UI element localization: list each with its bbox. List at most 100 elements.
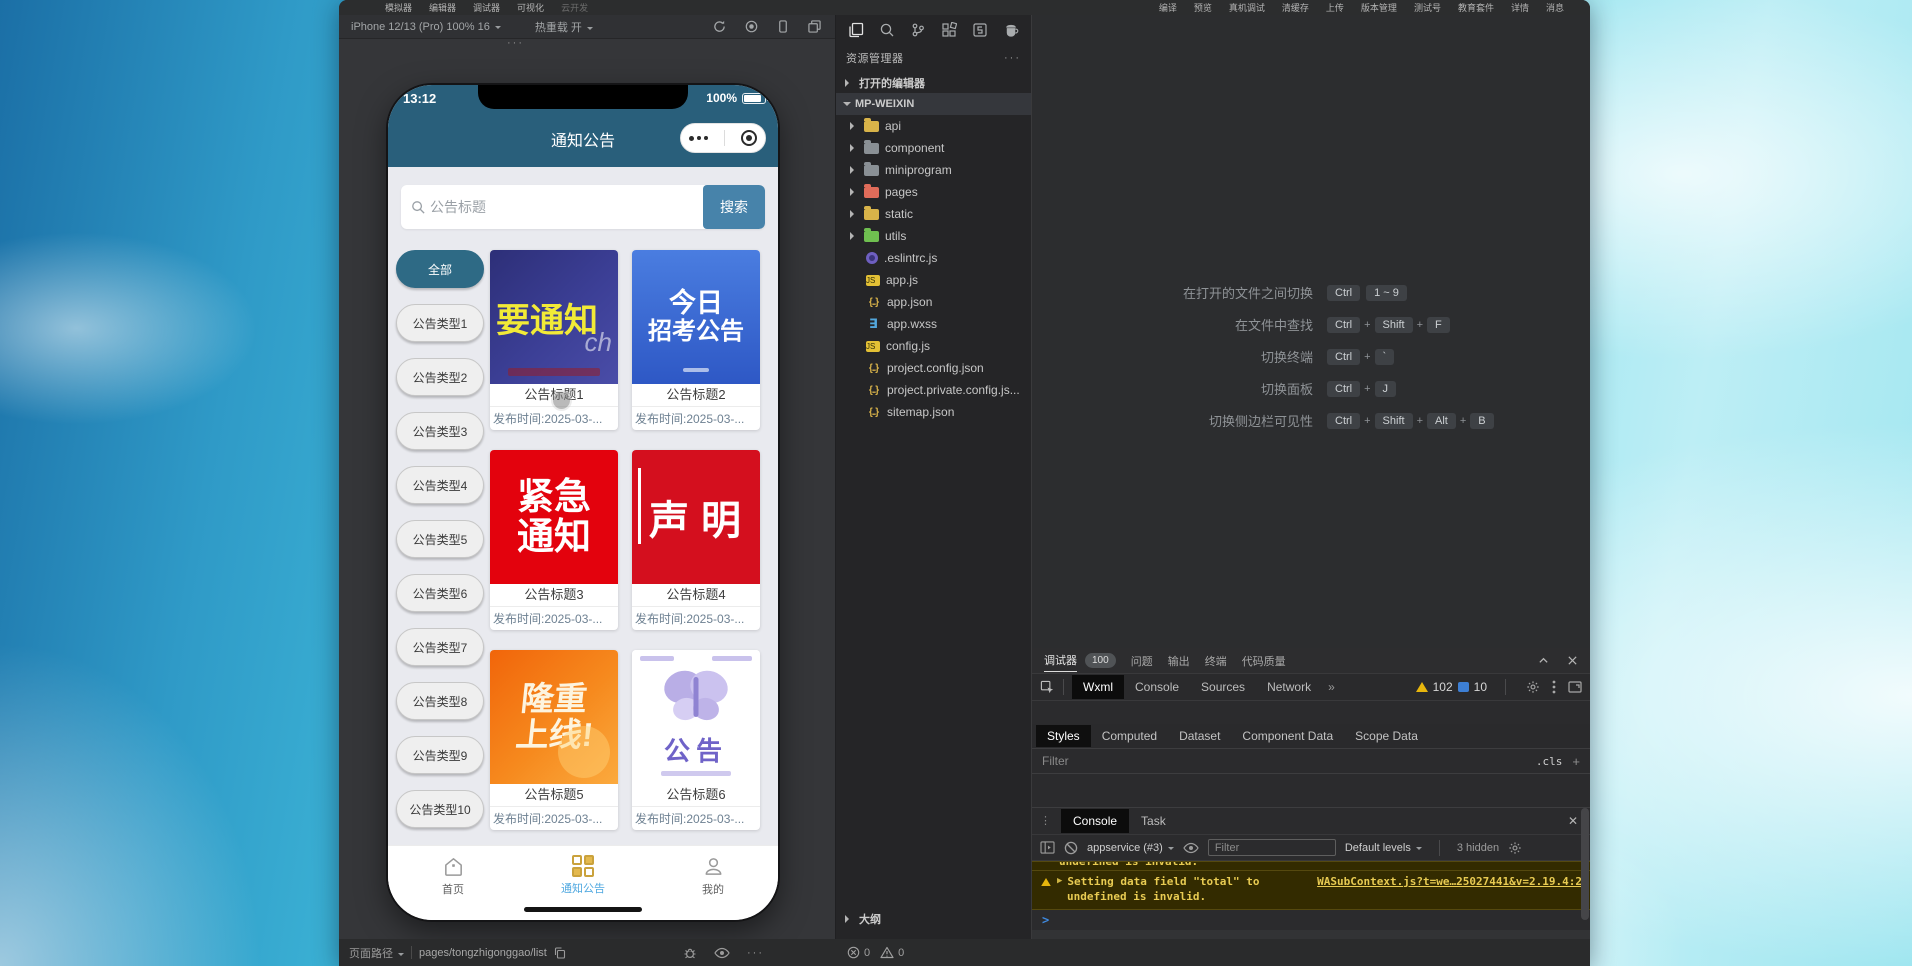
tab-sources[interactable]: Sources bbox=[1190, 675, 1256, 699]
close-icon[interactable] bbox=[1567, 655, 1578, 666]
source-link[interactable]: WASubContext.js?t=we…25027441&v=2.19.4:2 bbox=[1317, 874, 1582, 889]
menu-compile[interactable]: 编译 bbox=[1159, 1, 1177, 14]
device-selector[interactable]: iPhone 12/13 (Pro) 100% 16 bbox=[351, 21, 501, 33]
search-button[interactable]: 搜索 bbox=[703, 185, 765, 229]
subtab-dataset[interactable]: Dataset bbox=[1168, 725, 1231, 747]
menu-details[interactable]: 详情 bbox=[1511, 1, 1529, 14]
refresh-icon[interactable] bbox=[713, 20, 726, 33]
menu-editor[interactable]: 编辑器 bbox=[429, 1, 456, 14]
close-target-icon[interactable] bbox=[741, 130, 757, 146]
extensions-icon[interactable] bbox=[941, 22, 957, 38]
menu-messages[interactable]: 消息 bbox=[1546, 1, 1564, 14]
subtab-styles[interactable]: Styles bbox=[1036, 725, 1091, 747]
menu-simulator[interactable]: 模拟器 bbox=[385, 1, 412, 14]
undock-icon[interactable] bbox=[1568, 681, 1582, 693]
category-7[interactable]: 公告类型7 bbox=[396, 628, 484, 666]
category-9[interactable]: 公告类型9 bbox=[396, 736, 484, 774]
collapse-icon[interactable] bbox=[1538, 655, 1549, 666]
category-8[interactable]: 公告类型8 bbox=[396, 682, 484, 720]
category-10[interactable]: 公告类型10 bbox=[396, 790, 484, 828]
file-project-config[interactable]: {..}project.config.json bbox=[836, 357, 1031, 379]
tea-break-icon[interactable] bbox=[1003, 23, 1020, 38]
folder-pages[interactable]: pages bbox=[836, 181, 1031, 203]
more-dots-icon[interactable] bbox=[689, 136, 708, 141]
category-6[interactable]: 公告类型6 bbox=[396, 574, 484, 612]
category-2[interactable]: 公告类型2 bbox=[396, 358, 484, 396]
file-sitemap[interactable]: {..}sitemap.json bbox=[836, 401, 1031, 423]
tab-wxml[interactable]: Wxml bbox=[1072, 675, 1124, 699]
outline-header[interactable]: 大纲 bbox=[836, 908, 1031, 929]
menu-clear-cache[interactable]: 清缓存 bbox=[1282, 1, 1309, 14]
bug-icon[interactable] bbox=[683, 946, 697, 960]
more-tabs-icon[interactable]: » bbox=[1322, 680, 1341, 694]
menu-cloud[interactable]: 云开发 bbox=[561, 1, 588, 14]
warning-count[interactable]: 0 bbox=[898, 947, 904, 959]
file-app-js[interactable]: JSapp.js bbox=[836, 269, 1031, 291]
multi-window-icon[interactable] bbox=[808, 20, 821, 33]
menu-visualization[interactable]: 可视化 bbox=[517, 1, 544, 14]
warning-count[interactable]: 102 bbox=[1433, 680, 1453, 694]
simulator-more-button[interactable]: ··· bbox=[507, 37, 524, 49]
project-root[interactable]: MP-WEIXIN bbox=[836, 93, 1031, 115]
eye-icon[interactable] bbox=[714, 947, 730, 959]
category-all[interactable]: 全部 bbox=[396, 250, 484, 288]
tab-home[interactable]: 首页 bbox=[388, 846, 518, 920]
info-count[interactable]: 10 bbox=[1474, 680, 1487, 694]
category-1[interactable]: 公告类型1 bbox=[396, 304, 484, 342]
drawer-tab-task[interactable]: Task bbox=[1129, 809, 1178, 833]
folder-utils[interactable]: utils bbox=[836, 225, 1031, 247]
open-editors-section[interactable]: 打开的编辑器 bbox=[836, 72, 1031, 93]
file-eslintrc[interactable]: .eslintrc.js bbox=[836, 247, 1031, 269]
subtab-computed[interactable]: Computed bbox=[1091, 725, 1168, 747]
styles-filter-input[interactable]: Filter bbox=[1042, 754, 1069, 768]
error-count[interactable]: 0 bbox=[864, 947, 870, 959]
subtab-scope-data[interactable]: Scope Data bbox=[1344, 725, 1429, 747]
category-5[interactable]: 公告类型5 bbox=[396, 520, 484, 558]
category-3[interactable]: 公告类型3 bbox=[396, 412, 484, 450]
menu-debugger[interactable]: 调试器 bbox=[473, 1, 500, 14]
file-app-json[interactable]: {..}app.json bbox=[836, 291, 1031, 313]
expand-arrow-icon[interactable]: ▶ bbox=[1057, 874, 1062, 889]
eye-icon[interactable] bbox=[1183, 842, 1199, 854]
tab-console[interactable]: Console bbox=[1124, 675, 1190, 699]
panel-tab-debugger[interactable]: 调试器 bbox=[1044, 649, 1077, 672]
explorer-more-icon[interactable]: ··· bbox=[1004, 52, 1021, 64]
menu-version[interactable]: 版本管理 bbox=[1361, 1, 1397, 14]
panel-tab-output[interactable]: 输出 bbox=[1168, 653, 1190, 669]
drawer-tab-console[interactable]: Console bbox=[1061, 809, 1129, 833]
folder-api[interactable]: api bbox=[836, 115, 1031, 137]
announcement-card[interactable]: 紧急 通知 公告标题3 发布时间:2025-03-... bbox=[490, 450, 618, 630]
category-4[interactable]: 公告类型4 bbox=[396, 466, 484, 504]
clear-console-icon[interactable] bbox=[1064, 841, 1078, 855]
record-icon[interactable] bbox=[745, 20, 758, 33]
tab-profile[interactable]: 我的 bbox=[648, 846, 778, 920]
subtab-component-data[interactable]: Component Data bbox=[1231, 725, 1344, 747]
menu-preview[interactable]: 预览 bbox=[1194, 1, 1212, 14]
console-prompt[interactable]: > bbox=[1032, 910, 1590, 930]
context-selector[interactable]: appservice (#3) bbox=[1087, 842, 1174, 854]
log-levels-selector[interactable]: Default levels bbox=[1345, 842, 1422, 854]
tab-network[interactable]: Network bbox=[1256, 675, 1322, 699]
hot-reload-toggle[interactable]: 热重载 开 bbox=[535, 19, 593, 35]
menu-edu-kit[interactable]: 教育套件 bbox=[1458, 1, 1494, 14]
drag-handle-icon[interactable]: ⋮ bbox=[1040, 817, 1051, 826]
console-filter-input[interactable]: Filter bbox=[1208, 839, 1336, 856]
folder-static[interactable]: static bbox=[836, 203, 1031, 225]
mock-panel-icon[interactable] bbox=[972, 22, 988, 38]
kebab-menu-icon[interactable] bbox=[1552, 680, 1556, 694]
panel-tab-code-quality[interactable]: 代码质量 bbox=[1242, 653, 1286, 669]
folder-miniprogram[interactable]: miniprogram bbox=[836, 159, 1031, 181]
console-settings-icon[interactable] bbox=[1508, 841, 1522, 855]
capsule-menu[interactable] bbox=[680, 123, 766, 153]
panel-tab-problems[interactable]: 问题 bbox=[1131, 653, 1153, 669]
copy-icon[interactable] bbox=[554, 947, 566, 959]
close-drawer-icon[interactable]: ✕ bbox=[1568, 814, 1582, 828]
search-icon[interactable] bbox=[879, 22, 895, 38]
menu-device-debug[interactable]: 真机调试 bbox=[1229, 1, 1265, 14]
file-project-private-config[interactable]: {..}project.private.config.js... bbox=[836, 379, 1031, 401]
folder-component[interactable]: component bbox=[836, 137, 1031, 159]
search-input[interactable]: 公告标题 搜索 bbox=[401, 185, 765, 229]
file-config-js[interactable]: JSconfig.js bbox=[836, 335, 1031, 357]
inspect-icon[interactable] bbox=[1040, 680, 1055, 695]
announcement-card[interactable]: 今日 招考公告 公告标题2 发布时间:2025-03-... bbox=[632, 250, 760, 430]
